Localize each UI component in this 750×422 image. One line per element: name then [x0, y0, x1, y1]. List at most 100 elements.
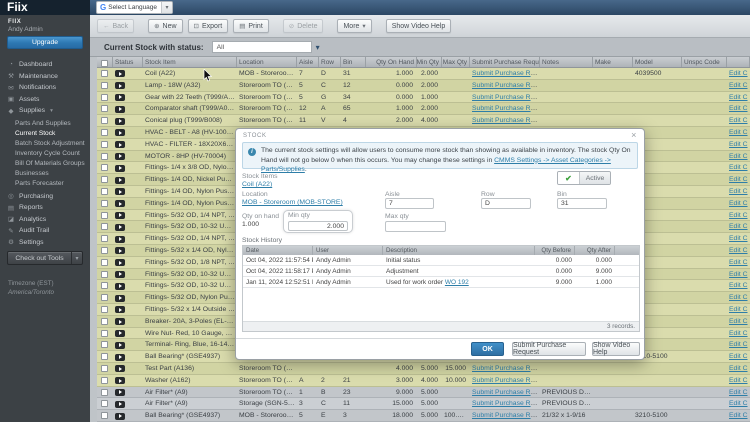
active-toggle[interactable]: ✔ Active	[557, 171, 611, 185]
column-header-make[interactable]: Make	[593, 57, 633, 67]
status-icon[interactable]	[115, 165, 125, 172]
new-button[interactable]: ⊕ New	[148, 19, 182, 33]
header-checkbox[interactable]	[101, 60, 108, 67]
row-checkbox[interactable]	[101, 353, 108, 360]
row-checkbox[interactable]	[101, 341, 108, 348]
status-icon[interactable]	[115, 129, 125, 136]
status-icon[interactable]	[115, 342, 125, 349]
print-button[interactable]: ▤ Print	[233, 19, 269, 33]
sidebar-item-audit-trail[interactable]: ✎Audit Trail	[0, 225, 90, 237]
row-checkbox[interactable]	[101, 129, 108, 136]
sidebar-subitem-businesses[interactable]: Businesses	[0, 169, 90, 179]
row-checkbox[interactable]	[101, 153, 108, 160]
row-checkbox[interactable]	[101, 377, 108, 384]
history-column-qty-after[interactable]: Qty After	[575, 246, 615, 255]
edit-link[interactable]: Edit C	[729, 341, 748, 348]
row-checkbox[interactable]	[101, 400, 108, 407]
status-icon[interactable]	[115, 141, 125, 148]
column-header-bin[interactable]: Bin	[341, 57, 366, 67]
status-icon[interactable]	[115, 377, 125, 384]
sidebar-item-reports[interactable]: ▤Reports	[0, 202, 90, 214]
row-checkbox[interactable]	[101, 176, 108, 183]
edit-link[interactable]: Edit C	[729, 153, 748, 160]
edit-link[interactable]: Edit C	[729, 365, 748, 372]
column-header-max-qty[interactable]: Max Qty	[442, 57, 470, 67]
status-icon[interactable]	[115, 82, 125, 89]
row-checkbox[interactable]	[101, 318, 108, 325]
edit-link[interactable]: Edit C	[729, 412, 748, 419]
sidebar-item-dashboard[interactable]: ◔Dashboard	[0, 59, 90, 71]
column-header-aisle[interactable]: Aisle	[297, 57, 319, 67]
status-icon[interactable]	[115, 153, 125, 160]
row-checkbox[interactable]	[101, 247, 108, 254]
sidebar-subitem-batch-stock-adjustment[interactable]: Batch Stock Adjustment	[0, 139, 90, 149]
row-checkbox[interactable]	[101, 212, 108, 219]
column-header-location[interactable]: Location	[237, 57, 297, 67]
edit-link[interactable]: Edit C	[729, 105, 748, 112]
submit-purchase-request-link[interactable]: Submit Purchase Request	[472, 400, 540, 407]
status-icon[interactable]	[115, 70, 125, 77]
row-checkbox[interactable]	[101, 330, 108, 337]
status-icon[interactable]	[115, 271, 125, 278]
location-link[interactable]: MOB - Storeroom (MOB-STORE)	[242, 199, 343, 206]
edit-link[interactable]: Edit C	[729, 306, 748, 313]
column-header-unspc-code[interactable]: Unspc Code	[682, 57, 727, 67]
row-input[interactable]	[481, 198, 531, 209]
sidebar-subitem-inventory-cycle-count[interactable]: Inventory Cycle Count	[0, 149, 90, 159]
submit-purchase-request-link[interactable]: Submit Purchase Request	[472, 94, 540, 101]
row-checkbox[interactable]	[101, 412, 108, 419]
row-checkbox[interactable]	[101, 200, 108, 207]
status-icon[interactable]	[115, 236, 125, 243]
sidebar-subitem-bill-of-materials-groups[interactable]: Bill Of Materials Groups	[0, 159, 90, 169]
status-icon[interactable]	[115, 188, 125, 195]
status-icon[interactable]	[115, 212, 125, 219]
status-icon[interactable]	[115, 177, 125, 184]
check-out-tools-button[interactable]: Check out Tools ▾	[7, 251, 83, 265]
sidebar-item-notifications[interactable]: ✉Notifications	[0, 82, 90, 94]
history-column-qty-before[interactable]: Qty Before	[535, 246, 575, 255]
status-filter-select[interactable]: All	[212, 41, 312, 53]
row-checkbox[interactable]	[101, 141, 108, 148]
edit-link[interactable]: Edit C	[729, 353, 748, 360]
upgrade-button[interactable]: Upgrade	[7, 36, 83, 49]
column-header-min-qty[interactable]: Min Qty	[417, 57, 442, 67]
aisle-input[interactable]	[385, 198, 434, 209]
row-checkbox[interactable]	[101, 70, 108, 77]
edit-link[interactable]: Edit C	[729, 164, 748, 171]
edit-link[interactable]: Edit C	[729, 400, 748, 407]
status-icon[interactable]	[115, 118, 125, 125]
status-icon[interactable]	[115, 318, 125, 325]
history-column-description[interactable]: Description	[383, 246, 535, 255]
submit-purchase-request-link[interactable]: Submit Purchase Request	[472, 105, 540, 112]
row-checkbox[interactable]	[101, 282, 108, 289]
row-checkbox[interactable]	[101, 259, 108, 266]
submit-purchase-request-link[interactable]: Submit Purchase Request	[472, 82, 540, 89]
ok-button[interactable]: OK	[471, 342, 504, 356]
row-checkbox[interactable]	[101, 223, 108, 230]
edit-link[interactable]: Edit C	[729, 318, 748, 325]
submit-purchase-request-link[interactable]: Submit Purchase Request	[472, 365, 540, 372]
status-icon[interactable]	[115, 413, 125, 420]
status-icon[interactable]	[115, 330, 125, 337]
edit-link[interactable]: Edit C	[729, 223, 748, 230]
status-icon[interactable]	[115, 365, 125, 372]
status-icon[interactable]	[115, 295, 125, 302]
submit-purchase-request-link[interactable]: Submit Purchase Request	[472, 70, 540, 77]
status-icon[interactable]	[115, 200, 125, 207]
work-order-link[interactable]: WO 192	[445, 279, 469, 286]
chevron-down-icon[interactable]: ▾	[316, 43, 320, 52]
edit-link[interactable]: Edit C	[729, 200, 748, 207]
edit-link[interactable]: Edit C	[729, 282, 748, 289]
bin-input[interactable]	[557, 198, 607, 209]
edit-link[interactable]: Edit C	[729, 70, 748, 77]
edit-link[interactable]: Edit C	[729, 82, 748, 89]
edit-link[interactable]: Edit C	[729, 377, 748, 384]
status-icon[interactable]	[115, 389, 125, 396]
sidebar-subitem-parts-and-supplies[interactable]: Parts And Supplies	[0, 119, 90, 129]
sidebar-item-maintenance[interactable]: ⚒Maintenance	[0, 71, 90, 83]
edit-link[interactable]: Edit C	[729, 259, 748, 266]
status-icon[interactable]	[115, 106, 125, 113]
edit-link[interactable]: Edit C	[729, 330, 748, 337]
submit-purchase-request-link[interactable]: Submit Purchase Request	[472, 377, 540, 384]
status-icon[interactable]	[115, 94, 125, 101]
